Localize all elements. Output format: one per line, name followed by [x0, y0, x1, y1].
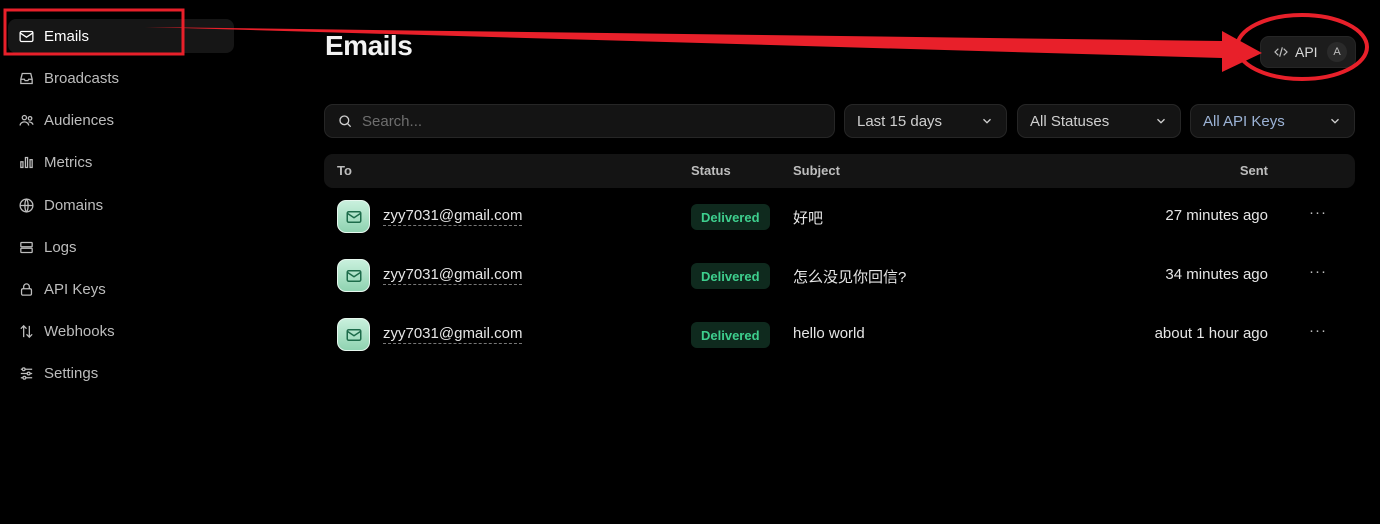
table-row[interactable]: zyy7031@gmail.com Delivered 好吧 27 minute… [324, 190, 1355, 246]
logs-icon [20, 241, 33, 253]
column-sent: Sent [1239, 163, 1268, 178]
app: Emails Broadcasts Audiences Metrics Doma… [0, 0, 1380, 524]
email-avatar [337, 259, 370, 292]
globe-icon [19, 197, 34, 213]
lock-icon [20, 282, 33, 296]
sidebar-item-label: API Keys [44, 280, 106, 298]
sidebar-item-label: Emails [44, 27, 90, 45]
search-box[interactable] [324, 104, 835, 138]
status-select[interactable]: All Statuses [1017, 104, 1181, 138]
email-avatar [337, 200, 370, 233]
sent-time: 27 minutes ago [1165, 207, 1268, 224]
sidebar-item-label: Metrics [44, 153, 93, 171]
sidebar-item-api-keys[interactable]: API Keys [8, 272, 234, 306]
api-shortcut-key: A [1327, 42, 1347, 62]
table-header: To Status Subject Sent [324, 154, 1355, 188]
sidebar-item-label: Settings [44, 364, 99, 382]
search-icon [339, 115, 352, 128]
recipient-link[interactable]: zyy7031@gmail.com [383, 207, 523, 226]
sidebar-item-label: Logs [44, 238, 77, 256]
column-subject: Subject [793, 163, 840, 178]
chevron-down-icon [983, 118, 991, 124]
sidebar-item-label: Broadcasts [44, 69, 120, 87]
sidebar-item-label: Audiences [44, 111, 115, 129]
sidebar-item-settings[interactable]: Settings [8, 356, 234, 390]
recipient-link[interactable]: zyy7031@gmail.com [383, 325, 523, 344]
search-input[interactable] [362, 112, 802, 130]
annotation-arrow [145, 27, 1262, 72]
sidebar-item-metrics[interactable]: Metrics [8, 145, 234, 179]
api-keys-select[interactable]: All API Keys [1190, 104, 1355, 138]
sidebar-item-label: Domains [44, 196, 104, 214]
chevron-down-icon [1157, 118, 1165, 124]
sliders-icon [20, 366, 33, 380]
mail-icon [346, 269, 361, 282]
api-button[interactable]: API A [1260, 36, 1356, 68]
email-subject: 怎么没见你回信? [793, 269, 907, 286]
mail-icon [346, 210, 361, 223]
column-status: Status [691, 163, 731, 178]
date-range-select[interactable]: Last 15 days [844, 104, 1007, 138]
api-keys-value: All API Keys [1203, 112, 1285, 130]
status-badge: Delivered [691, 204, 770, 230]
email-subject: hello world [793, 325, 865, 342]
table-row[interactable]: zyy7031@gmail.com Delivered 怎么没见你回信? 34 … [324, 249, 1355, 305]
more-actions-button[interactable]: ··· [1309, 263, 1327, 280]
users-icon [19, 114, 34, 126]
status-badge: Delivered [691, 322, 770, 348]
more-actions-button[interactable]: ··· [1309, 322, 1327, 339]
table-row[interactable]: zyy7031@gmail.com Delivered hello world … [324, 308, 1355, 364]
sidebar-item-webhooks[interactable]: Webhooks [8, 314, 234, 348]
sidebar-item-domains[interactable]: Domains [8, 188, 234, 222]
arrows-icon [20, 324, 33, 338]
mail-icon [346, 328, 361, 341]
api-button-label: API [1295, 44, 1318, 60]
column-to: To [337, 163, 352, 178]
email-subject: 好吧 [793, 210, 824, 227]
sidebar-item-logs[interactable]: Logs [8, 230, 234, 264]
code-icon [1274, 47, 1288, 57]
bar-chart-icon [20, 156, 33, 168]
email-avatar [337, 318, 370, 351]
sent-time: 34 minutes ago [1165, 266, 1268, 283]
inbox-icon [20, 72, 33, 84]
status-value: All Statuses [1030, 112, 1110, 130]
page-title: Emails [325, 30, 413, 61]
status-badge: Delivered [691, 263, 770, 289]
mail-icon [19, 30, 34, 42]
more-actions-button[interactable]: ··· [1309, 204, 1327, 221]
date-range-value: Last 15 days [857, 112, 943, 130]
sidebar-item-emails[interactable]: Emails [8, 19, 234, 53]
sent-time: about 1 hour ago [1154, 325, 1268, 342]
recipient-link[interactable]: zyy7031@gmail.com [383, 266, 523, 285]
chevron-down-icon [1331, 118, 1339, 124]
sidebar-item-audiences[interactable]: Audiences [8, 103, 234, 137]
sidebar-item-label: Webhooks [44, 322, 115, 340]
sidebar-item-broadcasts[interactable]: Broadcasts [8, 61, 234, 95]
